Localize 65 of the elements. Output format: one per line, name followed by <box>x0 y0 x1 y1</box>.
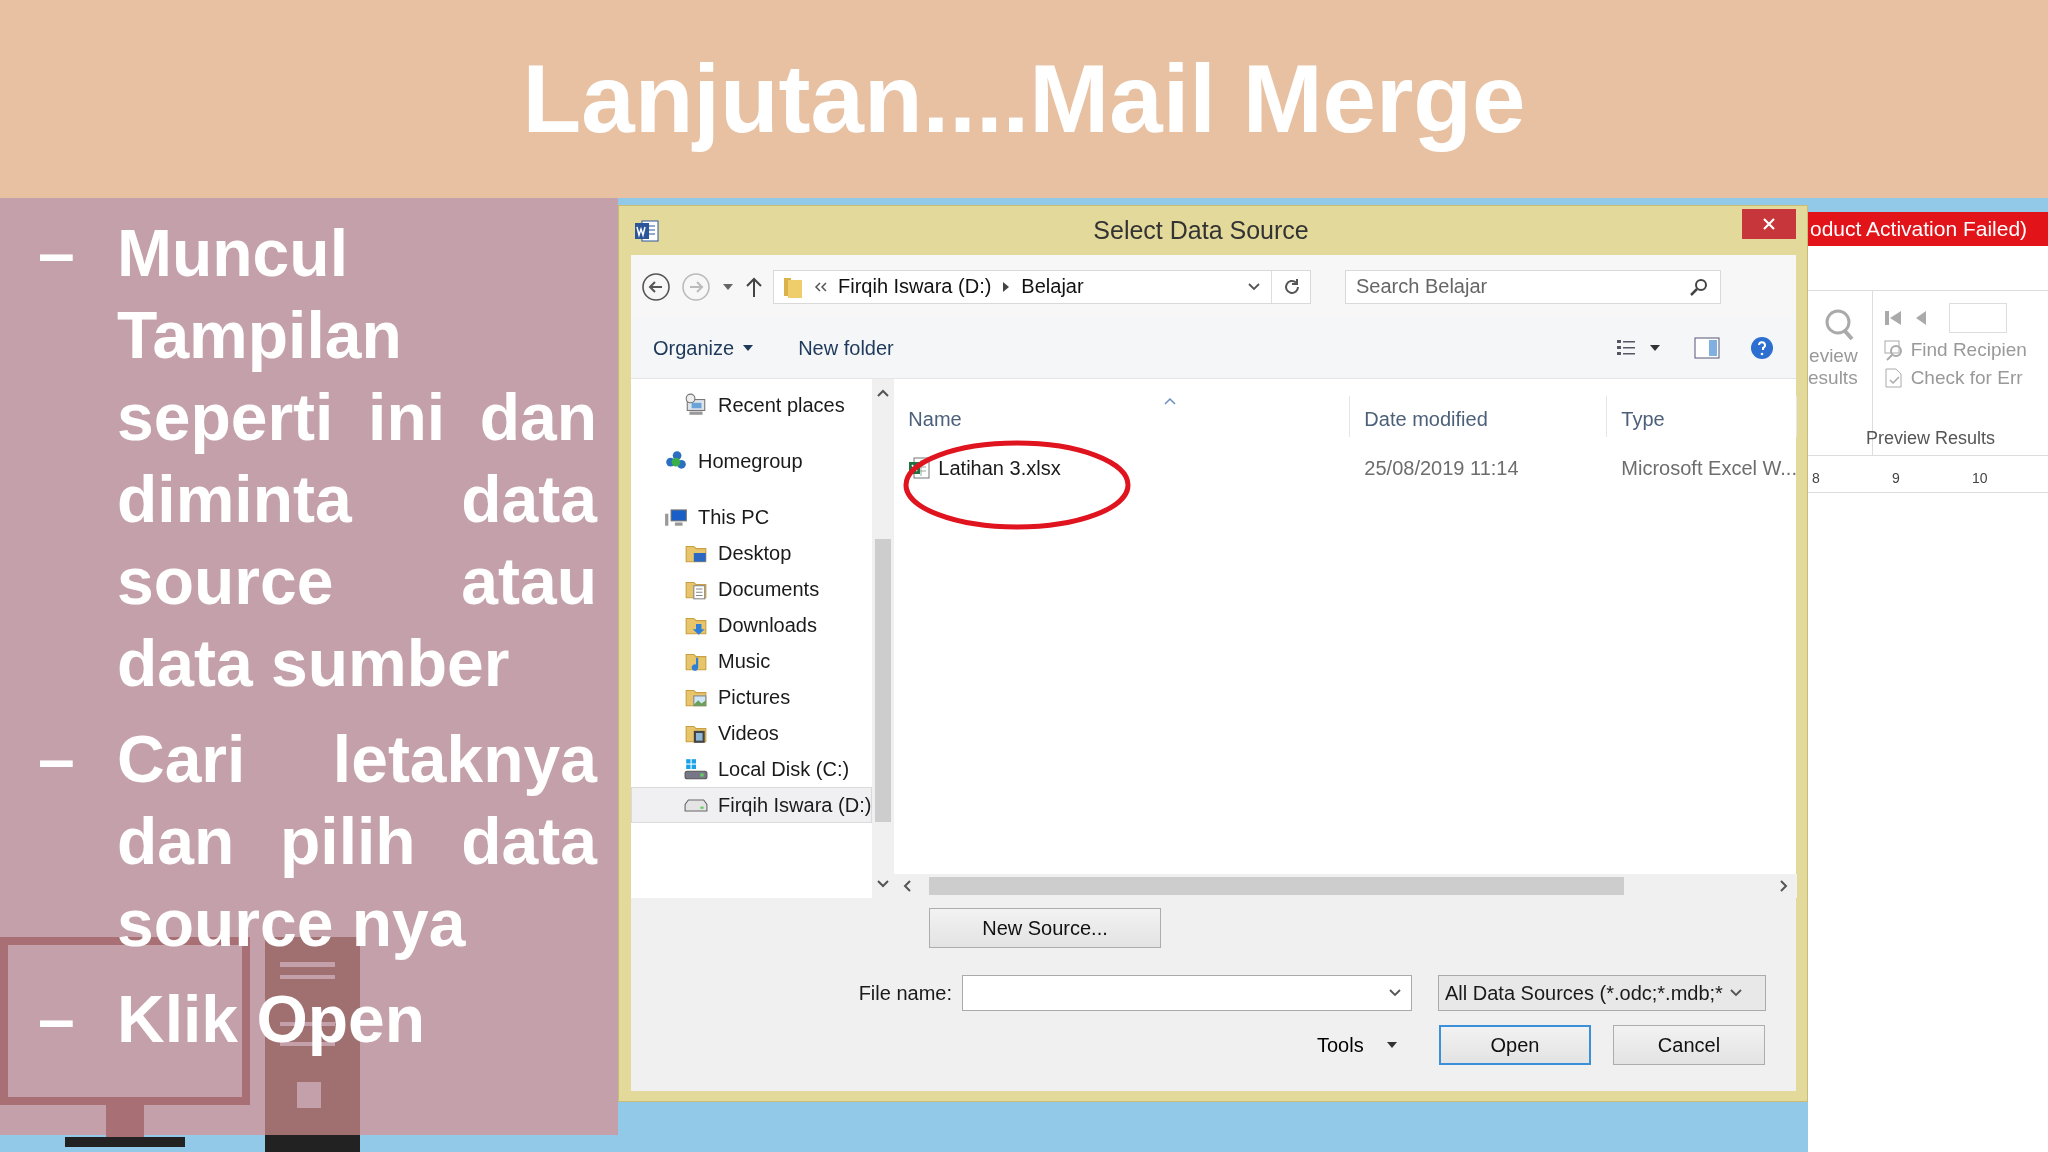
column-header[interactable]: Date modified <box>1350 396 1608 437</box>
new-folder-button[interactable]: New folder <box>798 336 894 360</box>
bullet-text: Muncul Tampilan seperti ini dan diminta data source atau data sumber <box>117 215 597 702</box>
help-icon[interactable] <box>1750 336 1774 360</box>
dropdown-icon[interactable] <box>1247 281 1261 292</box>
word-app-icon <box>634 217 660 244</box>
nav-item[interactable]: Desktop <box>631 535 873 571</box>
double-chevron-icon[interactable] <box>814 280 828 293</box>
file-type-dropdown[interactable]: All Data Sources (*.odc;*.mdb;* <box>1438 975 1766 1011</box>
bullet-text: Klik Open <box>117 981 427 1058</box>
nav-item[interactable]: This PC <box>631 499 873 535</box>
refresh-icon[interactable] <box>1282 276 1302 297</box>
dialog-title: Select Data Source <box>1092 216 1310 245</box>
find-icon <box>1882 339 1905 361</box>
nav-item[interactable]: Local Disk (C:) <box>631 751 873 787</box>
nav-item[interactable]: Recent places <box>631 387 873 423</box>
nav-item[interactable]: Homegroup <box>631 443 873 479</box>
bullet-text: Cari letaknya dan pilih data source nya <box>117 721 597 962</box>
disk-drive-icon <box>684 798 708 812</box>
nav-item[interactable]: Music <box>631 643 873 679</box>
dropdown-icon[interactable] <box>1388 988 1402 998</box>
recent-places-icon <box>684 393 708 417</box>
dialog-button[interactable]: Cancel <box>1613 1025 1765 1065</box>
nav-item[interactable]: Pictures <box>631 679 873 715</box>
nav-item[interactable]: Documents <box>631 571 873 607</box>
tools-menu[interactable]: Tools <box>1317 1033 1411 1057</box>
type-cell-text: Microsoft Excel W... <box>1620 456 1797 480</box>
close-button[interactable] <box>1742 208 1796 239</box>
nav-item[interactable]: Firqih Iswara (D:) <box>631 787 873 823</box>
bullet-dash: – <box>37 981 76 1058</box>
scrollbar[interactable] <box>894 874 1797 898</box>
file-name-field[interactable] <box>962 975 1412 1011</box>
caret-icon <box>1385 1041 1398 1049</box>
document-check-icon <box>1882 367 1905 389</box>
column-header[interactable]: Type <box>1607 396 1797 437</box>
spreadsheet-icon <box>908 456 931 480</box>
disk-drive-icon <box>684 757 708 781</box>
breadcrumb-item[interactable]: Belajar <box>1021 275 1084 298</box>
search-field[interactable]: Search Belajar <box>1345 269 1721 304</box>
bullet-dash: – <box>37 215 76 292</box>
back-icon[interactable] <box>641 271 671 302</box>
breadcrumb-item[interactable]: Firqih Iswara (D:) <box>838 275 992 298</box>
scrollbar[interactable] <box>872 379 895 898</box>
file-name-label: File name: <box>857 981 952 1005</box>
record-field[interactable] <box>1948 303 2007 333</box>
caret-icon[interactable] <box>721 281 735 292</box>
slide-title: Lanjutan....Mail Merge <box>522 44 1526 154</box>
bullet-dash: – <box>37 721 76 798</box>
column-header[interactable]: Name <box>894 396 1351 437</box>
ruler: 8 9 10 <box>1808 464 2048 493</box>
close-icon <box>1762 216 1776 231</box>
dialog-button[interactable]: Open <box>1439 1025 1591 1065</box>
nav-item[interactable]: Downloads <box>631 607 873 643</box>
up-arrow-icon[interactable] <box>745 275 763 298</box>
file-name[interactable]: Latihan 3.xlsx <box>894 456 1351 480</box>
caret-icon <box>742 344 755 352</box>
search-icon <box>1689 276 1709 297</box>
activation-banner: oduct Activation Failed) <box>1808 212 2048 246</box>
organize-menu[interactable]: Organize <box>653 336 755 360</box>
dropdown-icon <box>1728 988 1743 998</box>
nav-item[interactable]: Videos <box>631 715 873 751</box>
new-source-button[interactable]: New Source... <box>929 908 1161 948</box>
group-label: Preview Results <box>1866 428 1996 449</box>
date-cell-text: 25/08/2019 11:14 <box>1363 456 1520 480</box>
address-bar[interactable]: Firqih Iswara (D:) Belajar <box>773 269 1311 304</box>
